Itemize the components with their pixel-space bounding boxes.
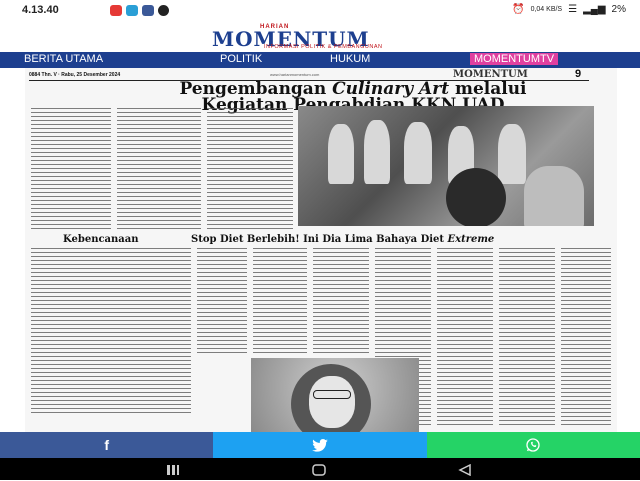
status-bar: 4.13.40 ⏰ 0,04 KB/S ☰ ▂▄▆ 2% — [0, 0, 640, 22]
article-column-4 — [31, 248, 191, 416]
whatsapp-icon — [526, 438, 540, 452]
nav-berita-utama[interactable]: BERITA UTAMA — [24, 53, 103, 65]
whatsapp-share-button[interactable] — [426, 432, 640, 458]
article-column-6 — [253, 248, 307, 354]
telegram-icon — [126, 5, 138, 16]
net-speed: 0,04 KB/S — [530, 6, 563, 13]
nav-hukum[interactable]: HUKUM — [330, 53, 370, 65]
photo-foreground — [446, 168, 506, 226]
author-photo — [251, 358, 419, 432]
battery-level: 2% — [611, 4, 626, 15]
circle-icon — [158, 5, 169, 16]
share-bar: f — [0, 432, 640, 458]
photo-person — [498, 124, 526, 184]
status-time: 4.13.40 — [22, 4, 59, 16]
paper-url: www.harianmomentum.com — [270, 72, 320, 77]
sub-headline: Stop Diet Berlebih! Ini Dia Lima Bahaya … — [191, 234, 611, 245]
wifi-icon: ☰ — [568, 4, 578, 15]
back-icon[interactable] — [458, 463, 472, 477]
system-nav-bar — [0, 458, 640, 480]
nav-politik[interactable]: POLITIK — [220, 53, 262, 65]
photo-person — [328, 124, 354, 184]
sub-headline-text: Stop Diet Berlebih! Ini Dia Lima Bahaya … — [191, 234, 448, 245]
photo-person — [364, 120, 390, 184]
logo-tagline: INFORMASI POLITIK & PEMBANGUNAN — [264, 44, 383, 50]
photo-glasses — [313, 390, 351, 399]
photo-face — [309, 376, 355, 428]
nav-momentumtv[interactable]: MOMENTUMTV — [470, 53, 559, 65]
article-column-9 — [437, 248, 493, 428]
article-column-1 — [31, 108, 111, 230]
epaper-viewer[interactable]: 0884 Thn. V · Rabu, 25 Desember 2024 www… — [0, 68, 640, 432]
kkn-photo — [298, 106, 594, 226]
article-column-5 — [197, 248, 247, 354]
notification-icons — [110, 5, 169, 16]
status-right: ⏰ 0,04 KB/S ☰ ▂▄▆ 2% — [512, 4, 626, 15]
article-column-11 — [561, 248, 611, 428]
main-nav: BERITA UTAMA POLITIK HUKUM MOMENTUMTV — [0, 52, 640, 68]
section-title: Kebencanaan — [63, 234, 139, 245]
issue-meta: 0884 Thn. V · Rabu, 25 Desember 2024 — [29, 72, 121, 78]
sub-headline-italic: Extreme — [447, 234, 495, 245]
facebook-share-button[interactable]: f — [0, 432, 214, 458]
facebook-icon: f — [104, 437, 109, 453]
site-header: HARIAN MOMENTUM INFORMASI POLITIK & PEMB… — [0, 22, 640, 52]
photo-person — [524, 166, 584, 226]
article-column-3 — [207, 108, 293, 230]
newspaper-page: 0884 Thn. V · Rabu, 25 Desember 2024 www… — [25, 68, 617, 432]
article-column-10 — [499, 248, 555, 428]
alarm-icon: ⏰ — [512, 4, 525, 15]
facebook-icon — [142, 5, 154, 16]
recent-apps-icon[interactable] — [166, 463, 180, 475]
youtube-icon — [110, 5, 122, 16]
home-icon[interactable] — [312, 463, 326, 476]
page-number: 9 — [575, 68, 582, 80]
article-column-7 — [313, 248, 369, 354]
twitter-share-button[interactable] — [213, 432, 427, 458]
signal-icon: ▂▄▆ — [583, 4, 606, 15]
site-logo[interactable]: HARIAN MOMENTUM INFORMASI POLITIK & PEMB… — [212, 24, 432, 51]
article-column-2 — [117, 108, 201, 230]
photo-person — [404, 122, 432, 184]
twitter-icon — [312, 438, 328, 452]
